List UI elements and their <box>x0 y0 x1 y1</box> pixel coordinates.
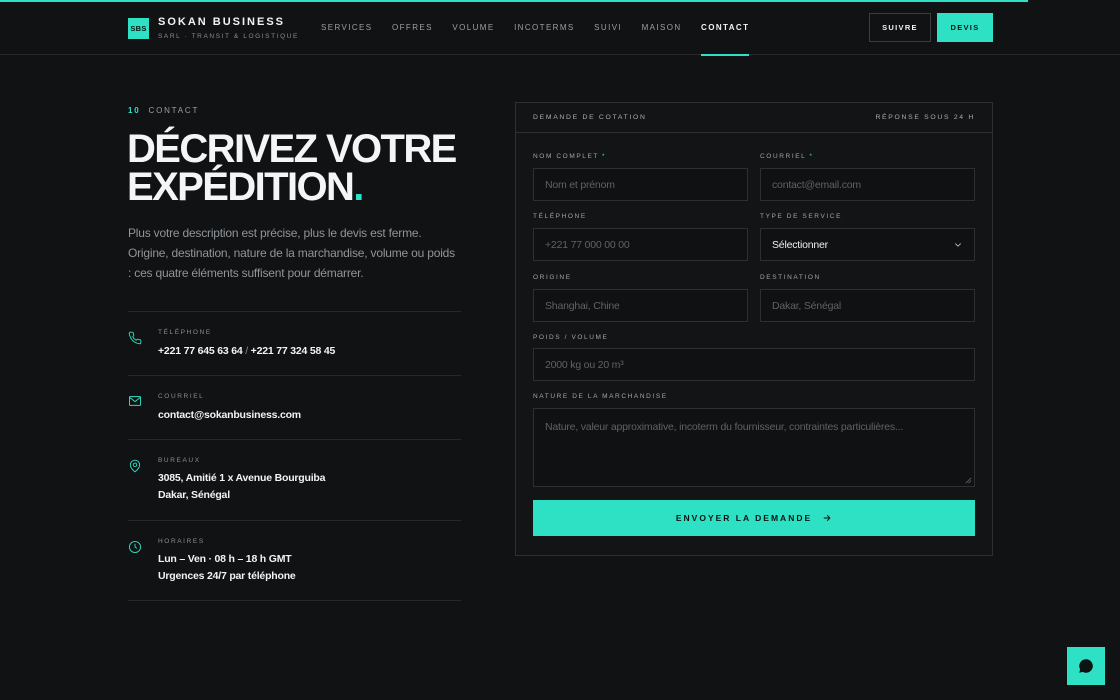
form-title: DEMANDE DE COTATION <box>533 114 647 121</box>
nav-offres[interactable]: OFFRES <box>392 0 433 55</box>
email-value[interactable]: contact@sokanbusiness.com <box>158 407 301 424</box>
office-address: 3085, Amitié 1 x Avenue Bourguiba Dakar,… <box>158 470 325 504</box>
brand-name: SOKAN BUSINESS <box>158 16 286 28</box>
clock-icon <box>128 540 142 554</box>
title-line-2: EXPÉDITION <box>127 165 355 209</box>
office-line-1: 3085, Amitié 1 x Avenue Bourguiba <box>158 472 326 484</box>
chat-bubble-icon <box>1079 659 1093 673</box>
nav-suivi[interactable]: SUIVI <box>594 0 622 55</box>
follow-button[interactable]: SUIVRE <box>869 13 931 42</box>
submit-label: ENVOYER LA DEMANDE <box>675 513 813 523</box>
service-selected-value: Sélectionner <box>772 238 828 251</box>
resize-handle-icon[interactable] <box>965 477 972 484</box>
contact-row-hours: HORAIRES Lun – Ven · 08 h – 18 h GMT Urg… <box>128 521 461 601</box>
hours-line-1: Lun – Ven · 08 h – 18 h GMT <box>158 553 292 565</box>
weight-volume-input[interactable]: 2000 kg ou 20 m³ <box>533 348 975 381</box>
phone-label: TÉLÉPHONE <box>158 329 212 336</box>
brand-tagline: SARL · TRANSIT & LOGISTIQUE <box>158 33 299 40</box>
quote-form: DEMANDE DE COTATION RÉPONSE SOUS 24 H NO… <box>515 102 993 556</box>
origin-field-label: ORIGINE <box>533 274 572 281</box>
destination-input[interactable]: Dakar, Sénégal <box>760 289 975 322</box>
page-title: DÉCRIVEZ VOTRE EXPÉDITION. <box>127 129 487 209</box>
map-pin-icon <box>128 459 142 473</box>
name-field-label: NOM COMPLET * <box>533 153 606 160</box>
required-marker: * <box>602 153 607 160</box>
brand-logo: SBS <box>128 18 149 39</box>
submit-button[interactable]: ENVOYER LA DEMANDE <box>533 500 975 536</box>
destination-field-label: DESTINATION <box>760 274 821 281</box>
email-input[interactable]: contact@email.com <box>760 168 975 201</box>
weight-field-label: POIDS / VOLUME <box>533 334 609 341</box>
nav-maison[interactable]: MAISON <box>642 0 682 55</box>
brand-text: SOKAN BUSINESS SARL · TRANSIT & LOGISTIQ… <box>158 16 299 41</box>
office-label: BUREAUX <box>158 457 201 464</box>
title-dot: . <box>353 165 364 209</box>
origin-input[interactable]: Shanghai, Chine <box>533 289 748 322</box>
section-name: CONTACT <box>148 106 200 115</box>
nav-contact[interactable]: CONTACT <box>701 0 750 56</box>
contact-info-list: TÉLÉPHONE +221 77 645 63 64 / +221 77 32… <box>128 311 461 601</box>
name-input[interactable]: Nom et prénom <box>533 168 748 201</box>
name-label-text: NOM COMPLET <box>533 153 599 160</box>
phone-separator: / <box>245 345 248 357</box>
nav-incoterms[interactable]: INCOTERMS <box>514 0 575 55</box>
nav-volume[interactable]: VOLUME <box>452 0 494 55</box>
nature-placeholder: Nature, valeur approximative, incoterm d… <box>545 421 904 433</box>
office-line-2: Dakar, Sénégal <box>158 489 230 501</box>
chat-button[interactable] <box>1067 647 1105 685</box>
email-label: COURRIEL <box>158 393 205 400</box>
site-header: SBS SOKAN BUSINESS SARL · TRANSIT & LOGI… <box>0 0 1120 56</box>
email-field-label: COURRIEL * <box>760 153 814 160</box>
mail-icon <box>128 394 142 408</box>
main-nav: SERVICES OFFRES VOLUME INCOTERMS SUIVI M… <box>321 0 769 56</box>
section-label: 10 CONTACT <box>128 106 199 115</box>
nav-services[interactable]: SERVICES <box>321 0 373 55</box>
phone-value-2[interactable]: +221 77 324 58 45 <box>251 345 336 357</box>
phone-values: +221 77 645 63 64 / +221 77 324 58 45 <box>158 343 335 360</box>
nature-textarea[interactable]: Nature, valeur approximative, incoterm d… <box>533 408 975 487</box>
form-response-note: RÉPONSE SOUS 24 H <box>875 114 975 121</box>
quote-button[interactable]: DEVIS <box>937 13 993 42</box>
brand[interactable]: SBS SOKAN BUSINESS SARL · TRANSIT & LOGI… <box>128 16 299 41</box>
arrow-right-icon <box>823 515 831 521</box>
lead-paragraph: Plus votre description est précise, plus… <box>128 226 455 280</box>
hours-label: HORAIRES <box>158 538 205 545</box>
hours-text: Lun – Ven · 08 h – 18 h GMT Urgences 24/… <box>158 551 296 585</box>
phone-field-label: TÉLÉPHONE <box>533 213 587 220</box>
service-field-label: TYPE DE SERVICE <box>760 213 843 220</box>
email-label-text: COURRIEL <box>760 153 807 160</box>
required-marker: * <box>809 153 814 160</box>
section-number: 10 <box>128 106 141 115</box>
contact-row-email: COURRIEL contact@sokanbusiness.com <box>128 376 461 440</box>
nature-field-label: NATURE DE LA MARCHANDISE <box>533 393 668 400</box>
contact-row-phone: TÉLÉPHONE +221 77 645 63 64 / +221 77 32… <box>128 312 461 376</box>
phone-value-1[interactable]: +221 77 645 63 64 <box>158 345 243 357</box>
chevron-down-icon <box>955 242 961 247</box>
hours-line-2: Urgences 24/7 par téléphone <box>158 570 296 582</box>
form-header: DEMANDE DE COTATION RÉPONSE SOUS 24 H <box>516 103 992 133</box>
phone-input[interactable]: +221 77 000 00 00 <box>533 228 748 261</box>
contact-row-office: BUREAUX 3085, Amitié 1 x Avenue Bourguib… <box>128 440 461 521</box>
service-select[interactable]: Sélectionner <box>760 228 975 261</box>
phone-icon <box>128 331 142 345</box>
